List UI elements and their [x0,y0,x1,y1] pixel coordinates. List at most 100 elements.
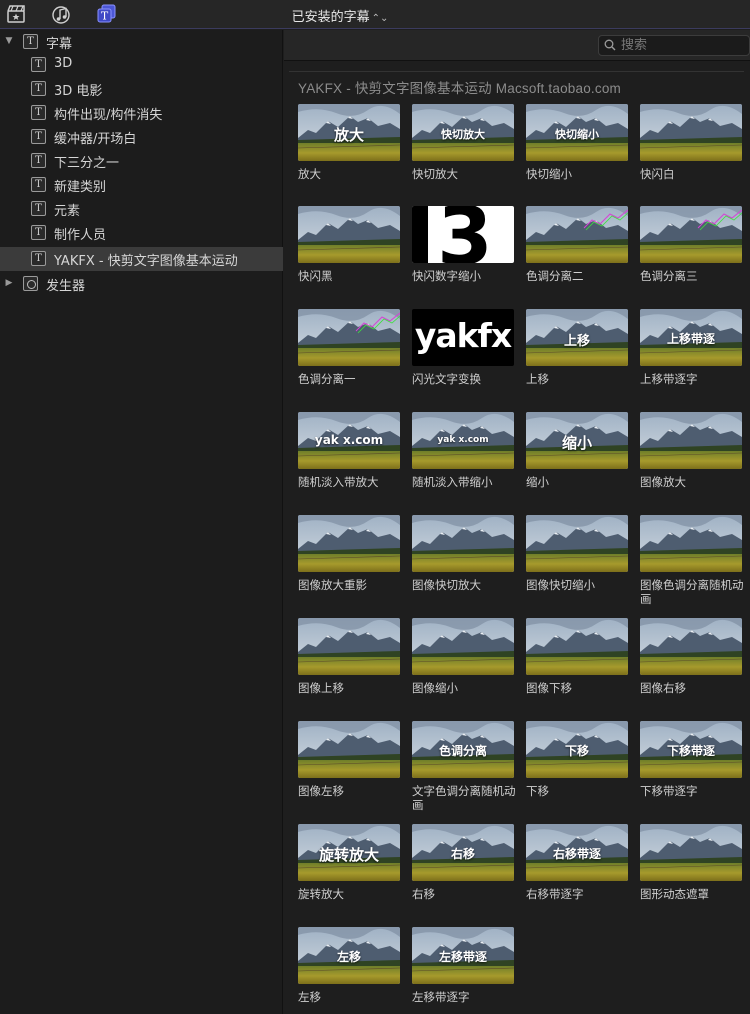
title-tile[interactable]: 快闪黑 [298,206,400,283]
tile-thumbnail[interactable]: 缩小 [526,412,628,469]
sidebar-item-generators[interactable]: ▶ 发生器 [0,272,283,296]
thumbnail-overlay-text: yak x.com [314,433,384,447]
title-badge-icon: T [31,129,46,144]
disclosure-expanded-icon[interactable]: ▼ [4,36,14,46]
title-tile[interactable]: 图像下移 [526,618,628,695]
tile-thumbnail[interactable] [526,618,628,675]
sidebar-item-3d[interactable]: T 3D [0,53,283,77]
tile-thumbnail[interactable]: 下移 [526,721,628,778]
tile-thumbnail[interactable] [412,618,514,675]
landscape-thumbnail-image [298,618,400,675]
title-tile[interactable]: 上移带逐 上移带逐字 [640,309,742,386]
sidebar-item-3d-cinematic[interactable]: T 3D 电影 [0,77,283,101]
title-tile[interactable]: 右移 右移 [412,824,514,901]
title-tile[interactable]: 下移 下移 [526,721,628,798]
sidebar-item-elements[interactable]: T 元素 [0,197,283,221]
tile-thumbnail[interactable]: yak x.com [298,412,400,469]
tile-thumbnail[interactable]: 快切放大 [412,104,514,161]
title-tile[interactable]: 图像放大 [640,412,742,489]
sidebar-item-credits[interactable]: T 制作人员 [0,221,283,245]
tile-thumbnail[interactable]: 快切缩小 [526,104,628,161]
tile-thumbnail[interactable] [298,309,400,366]
tile-thumbnail[interactable]: 左移带逐 [412,927,514,984]
title-tile[interactable]: yak x.com 随机淡入带放大 [298,412,400,489]
installed-titles-selector[interactable]: 已安装的字幕 ⌃⌄ [0,6,680,25]
title-tile[interactable]: yakfx 闪光文字变换 [412,309,514,386]
tile-thumbnail[interactable] [412,515,514,572]
title-tile[interactable]: yak x.com 随机淡入带缩小 [412,412,514,489]
disclosure-collapsed-icon[interactable]: ▶ [4,278,14,288]
tile-thumbnail[interactable] [298,721,400,778]
section-header: YAKFX - 快剪文字图像基本运动 Macsoft.taobao.com [298,81,621,96]
title-tile[interactable]: 上移 上移 [526,309,628,386]
title-tile[interactable]: 快切放大 快切放大 [412,104,514,181]
title-tile[interactable]: 图形动态遮罩 [640,824,742,901]
tile-thumbnail[interactable] [298,515,400,572]
sidebar-item-new-category[interactable]: T 新建类别 [0,173,283,197]
search-placeholder: 搜索 [621,38,648,53]
title-tile[interactable]: 图像左移 [298,721,400,798]
sidebar-item-build-in-out[interactable]: T 构件出现/构件消失 [0,101,283,125]
tile-thumbnail[interactable]: 旋转放大 [298,824,400,881]
title-tile[interactable]: 快切缩小 快切缩小 [526,104,628,181]
tile-thumbnail[interactable]: 上移 [526,309,628,366]
tile-thumbnail[interactable] [640,104,742,161]
tile-thumbnail[interactable] [526,206,628,263]
title-tile[interactable]: 快闪白 [640,104,742,181]
title-badge-icon: T [31,225,46,240]
sidebar-item-yakfx[interactable]: T YAKFX - 快剪文字图像基本运动 [0,247,283,271]
tile-thumbnail[interactable] [640,412,742,469]
landscape-thumbnail-image [298,721,400,778]
title-badge-icon: T [31,105,46,120]
title-tile[interactable]: 缩小 缩小 [526,412,628,489]
title-tile[interactable]: 旋转放大 旋转放大 [298,824,400,901]
tile-thumbnail[interactable]: 3 [412,206,514,263]
tile-thumbnail[interactable] [298,206,400,263]
tile-thumbnail[interactable] [526,515,628,572]
tile-label: 旋转放大 [298,887,344,901]
thumbnail-overlay-text: 右移 [450,847,475,861]
tile-thumbnail[interactable]: 上移带逐 [640,309,742,366]
tile-label: 左移 [298,990,321,1004]
tile-thumbnail[interactable] [640,206,742,263]
sidebar-item-lower-thirds[interactable]: T 下三分之一 [0,149,283,173]
title-tile[interactable]: 左移带逐 左移带逐字 [412,927,514,1004]
title-tile[interactable]: 色调分离 文字色调分离随机动画 [412,721,516,812]
title-tile[interactable]: 放大 放大 [298,104,400,181]
search-input[interactable]: 搜索 [598,35,750,56]
title-tile[interactable]: 色调分离三 [640,206,742,283]
title-tile[interactable]: 下移带逐 下移带逐字 [640,721,742,798]
title-tile[interactable]: 右移带逐 右移带逐字 [526,824,628,901]
title-tile[interactable]: 色调分离二 [526,206,628,283]
tile-label: 快切缩小 [526,167,572,181]
title-tile[interactable]: 图像快切放大 [412,515,514,592]
title-tile[interactable]: 左移 左移 [298,927,400,1004]
title-tile[interactable]: 色调分离一 [298,309,400,386]
tile-thumbnail[interactable] [640,824,742,881]
tile-thumbnail[interactable]: 右移 [412,824,514,881]
title-tile[interactable]: 图像缩小 [412,618,514,695]
tile-thumbnail[interactable]: 放大 [298,104,400,161]
title-tile[interactable]: 图像快切缩小 [526,515,628,592]
title-tile[interactable]: 图像放大重影 [298,515,400,592]
sidebar-item-bumper-opener[interactable]: T 缓冲器/开场白 [0,125,283,149]
search-icon [604,39,616,51]
thumbnail-overlay-text: 上移带逐 [666,332,715,346]
title-tile[interactable]: 图像上移 [298,618,400,695]
tile-thumbnail[interactable] [640,515,742,572]
number-three-graphic: 3 [437,206,493,263]
tile-thumbnail[interactable]: yakfx [412,309,514,366]
tile-thumbnail[interactable]: 右移带逐 [526,824,628,881]
tile-thumbnail[interactable]: 左移 [298,927,400,984]
sidebar-item-titles[interactable]: ▼ T 字幕 [0,30,283,54]
tile-thumbnail[interactable]: yak x.com [412,412,514,469]
thumbnail-overlay-text: 右移带逐 [552,847,601,861]
tile-thumbnail[interactable] [640,618,742,675]
tile-thumbnail[interactable]: 色调分离 [412,721,514,778]
title-tile[interactable]: 图像右移 [640,618,742,695]
title-tile[interactable]: 图像色调分离随机动画 [640,515,744,606]
tile-thumbnail[interactable] [298,618,400,675]
tile-label: 下移带逐字 [640,784,698,798]
tile-thumbnail[interactable]: 下移带逐 [640,721,742,778]
title-tile[interactable]: 3 快闪数字缩小 [412,206,514,283]
